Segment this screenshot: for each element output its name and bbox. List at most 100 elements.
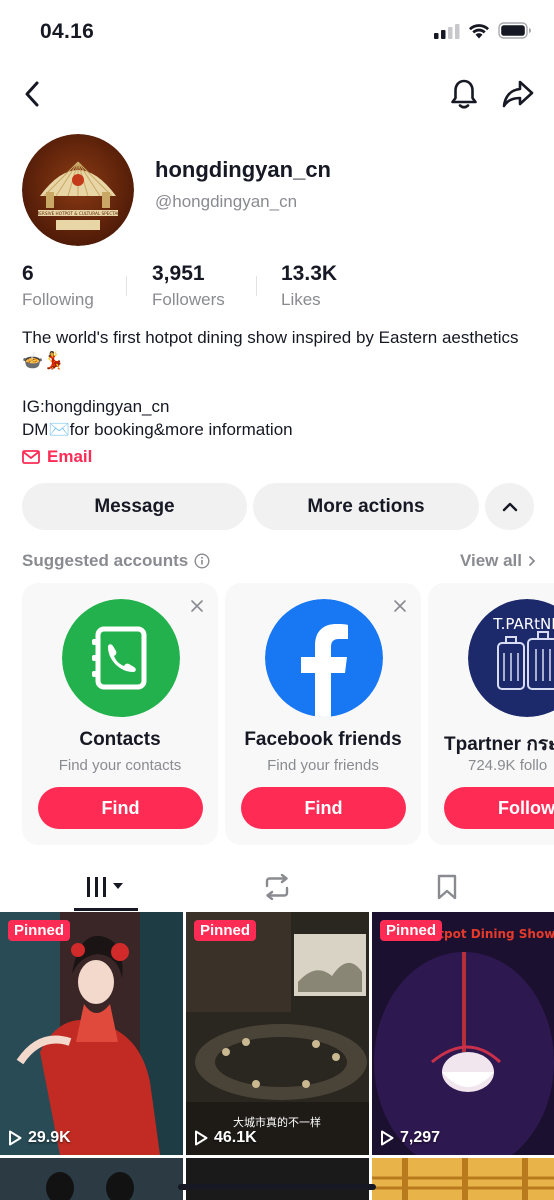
collapse-suggestions-button[interactable] bbox=[485, 483, 534, 530]
profile-username: hongdingyan_cn bbox=[155, 157, 331, 182]
video-thumbnail bbox=[186, 1158, 369, 1200]
play-icon bbox=[381, 1130, 394, 1146]
close-icon[interactable] bbox=[391, 597, 409, 615]
active-tab-indicator bbox=[74, 908, 138, 911]
message-button[interactable]: Message bbox=[22, 483, 247, 530]
profile-handle: @hongdingyan_cn bbox=[155, 192, 298, 211]
view-all-link[interactable]: View all bbox=[460, 551, 536, 571]
chevron-up-icon bbox=[502, 502, 517, 511]
cellular-signal-icon bbox=[434, 23, 460, 39]
video-thumbnail: 大城市真的不一样 bbox=[186, 912, 369, 1155]
avatar-logo-image: IMMERSIVE HOTPOT & CULTURAL SPECTACLE bbox=[22, 134, 134, 246]
view-all-label: View all bbox=[459, 551, 522, 570]
video-views: 29.9K bbox=[8, 1129, 71, 1147]
stat-divider bbox=[126, 276, 127, 296]
play-icon bbox=[9, 1130, 22, 1146]
video-tile[interactable]: First Hotpot Dining Show Pinned 7,297 bbox=[372, 912, 554, 1155]
tab-videos[interactable] bbox=[46, 862, 166, 912]
stat-following-value: 6 bbox=[22, 262, 34, 285]
status-bar: 04.16 bbox=[0, 0, 554, 66]
card-name: Contacts bbox=[79, 729, 161, 750]
views-count: 7,297 bbox=[400, 1129, 441, 1146]
envelope-icon bbox=[22, 450, 40, 464]
suggested-cards: Contacts Find your contacts Find Faceboo… bbox=[22, 583, 554, 845]
suggested-card-facebook: Facebook friends Find your friends Find bbox=[225, 583, 421, 845]
card-subtitle: Find your friends bbox=[267, 757, 379, 774]
pinned-badge: Pinned bbox=[194, 920, 257, 941]
video-views: 7,297 bbox=[380, 1129, 440, 1147]
top-nav bbox=[0, 66, 554, 122]
more-actions-button-label: More actions bbox=[307, 495, 425, 517]
stat-followers[interactable]: 3,951 Followers bbox=[152, 262, 225, 310]
status-time: 04.16 bbox=[40, 20, 95, 43]
email-link[interactable]: Email bbox=[22, 447, 92, 467]
video-tile[interactable]: Pinned 29.9K bbox=[0, 912, 183, 1155]
play-icon bbox=[195, 1130, 208, 1146]
video-views: 46.1K bbox=[194, 1129, 257, 1147]
info-icon[interactable] bbox=[194, 553, 210, 569]
pinned-badge: Pinned bbox=[8, 920, 71, 941]
stat-following[interactable]: 6 Following bbox=[22, 262, 94, 310]
video-grid-icon bbox=[87, 877, 123, 897]
suggested-title-text: Suggested accounts bbox=[22, 551, 189, 570]
share-button[interactable] bbox=[500, 76, 536, 112]
stat-divider bbox=[256, 276, 257, 296]
stat-followers-value: 3,951 bbox=[152, 262, 205, 285]
video-thumbnail bbox=[0, 1158, 183, 1200]
views-count: 29.9K bbox=[28, 1129, 71, 1146]
battery-icon bbox=[498, 22, 531, 39]
status-icons bbox=[434, 22, 532, 39]
notifications-button[interactable] bbox=[446, 76, 482, 112]
chevron-right-icon bbox=[529, 556, 536, 566]
wifi-icon bbox=[469, 23, 489, 38]
video-thumbnail bbox=[372, 1158, 554, 1200]
bell-icon bbox=[451, 79, 477, 109]
video-tile[interactable] bbox=[0, 1158, 183, 1200]
video-tile[interactable] bbox=[372, 1158, 554, 1200]
profile-stats: 6 Following 3,951 Followers 13.3K Likes bbox=[22, 262, 542, 312]
pinned-badge: Pinned bbox=[380, 920, 443, 941]
video-thumbnail: First Hotpot Dining Show bbox=[372, 912, 554, 1155]
bio-text: The world's first hotpot dining show ins… bbox=[22, 328, 519, 439]
find-contacts-button[interactable]: Find bbox=[38, 787, 203, 829]
more-actions-button[interactable]: More actions bbox=[253, 483, 479, 530]
stat-followers-label: Followers bbox=[152, 290, 225, 309]
video-grid: Pinned 29.9K 大城市真的不一样 Pinned 46.1K First… bbox=[0, 912, 554, 1200]
find-friends-button[interactable]: Find bbox=[241, 787, 406, 829]
stat-likes-value: 13.3K bbox=[281, 262, 338, 285]
repost-icon bbox=[265, 874, 289, 900]
card-name: Facebook friends bbox=[244, 729, 402, 750]
avatar-text: IMMERSIVE HOTPOT & CULTURAL SPECTACLE bbox=[31, 211, 126, 216]
card-subtitle: Find your contacts bbox=[58, 757, 182, 774]
suggested-accounts-header: Suggested accounts View all bbox=[22, 551, 536, 573]
home-indicator[interactable] bbox=[178, 1184, 376, 1190]
views-count: 46.1K bbox=[214, 1129, 257, 1146]
message-button-label: Message bbox=[94, 495, 175, 517]
suggested-accounts-title: Suggested accounts bbox=[22, 551, 210, 571]
video-tile[interactable]: 大城市真的不一样 Pinned 46.1K bbox=[186, 912, 369, 1155]
close-icon[interactable] bbox=[188, 597, 206, 615]
tab-saved[interactable] bbox=[387, 862, 507, 912]
profile-bio: The world's first hotpot dining show ins… bbox=[22, 326, 532, 441]
back-button[interactable] bbox=[14, 76, 50, 112]
email-label: Email bbox=[47, 447, 93, 466]
follow-button-label: Follow bbox=[498, 797, 554, 818]
video-tile[interactable] bbox=[186, 1158, 369, 1200]
card-name: Tpartner กระ bbox=[444, 734, 554, 755]
tab-reposts[interactable] bbox=[217, 862, 337, 912]
profile-avatar[interactable]: IMMERSIVE HOTPOT & CULTURAL SPECTACLE bbox=[22, 134, 134, 246]
contacts-icon bbox=[62, 599, 180, 717]
card-subtitle: 724.9K follo bbox=[468, 757, 548, 774]
facebook-icon bbox=[265, 599, 383, 717]
bookmark-icon bbox=[437, 874, 457, 900]
follow-button[interactable]: Follow bbox=[444, 787, 554, 829]
tpartner-avatar-text: T.PARtNE bbox=[492, 615, 554, 633]
tpartner-avatar[interactable]: T.PARtNE bbox=[468, 599, 554, 717]
chevron-left-icon bbox=[25, 81, 39, 107]
profile-actions: Message More actions bbox=[22, 483, 534, 530]
video-thumbnail bbox=[0, 912, 183, 1155]
share-arrow-icon bbox=[502, 80, 534, 108]
suggested-card-tpartner: T.PARtNE Tpartner กระ 724.9K follo Follo… bbox=[428, 583, 554, 845]
find-button-label: Find bbox=[304, 797, 343, 818]
stat-likes[interactable]: 13.3K Likes bbox=[281, 262, 337, 310]
